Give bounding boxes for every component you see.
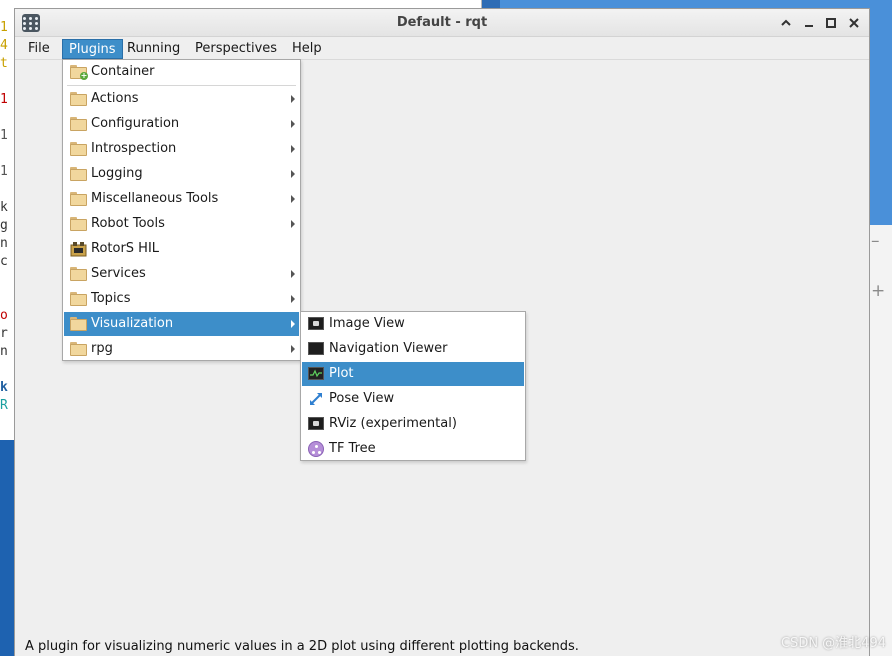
menu-item-container[interactable]: + Container — [64, 60, 299, 84]
menu-item-configuration[interactable]: Configuration — [64, 112, 299, 136]
menu-item-services[interactable]: Services — [64, 262, 299, 286]
rviz-icon — [308, 417, 324, 430]
chevron-right-icon — [291, 345, 295, 353]
visualization-submenu: Image View Navigation Viewer Plot Pose V… — [300, 311, 526, 461]
folder-icon — [70, 117, 87, 131]
menu-item-plot[interactable]: Plot — [302, 362, 524, 386]
monitor-icon — [308, 342, 324, 355]
folder-icon — [70, 217, 87, 231]
pose-arrows-icon — [308, 391, 325, 407]
chevron-right-icon — [291, 320, 295, 328]
menu-item-logging[interactable]: Logging — [64, 162, 299, 186]
plugins-dropdown: + Container Actions Configuration Intros… — [62, 59, 301, 361]
menu-item-rotors-hil[interactable]: RotorS HIL — [64, 237, 299, 261]
chevron-right-icon — [291, 95, 295, 103]
plot-icon — [308, 367, 324, 380]
title-bar[interactable]: Default - rqt — [15, 9, 869, 37]
minimize-icon: – — [871, 231, 880, 251]
folder-icon — [70, 342, 87, 356]
folder-icon — [70, 267, 87, 281]
menu-help[interactable]: Help — [286, 39, 328, 59]
menu-perspectives[interactable]: Perspectives — [189, 39, 283, 59]
tf-tree-icon — [308, 441, 324, 457]
menu-plugins[interactable]: Plugins — [62, 39, 123, 59]
maximize-button[interactable] — [822, 14, 840, 32]
menu-item-topics[interactable]: Topics — [64, 287, 299, 311]
folder-icon — [70, 142, 87, 156]
plugin-icon — [70, 241, 87, 257]
folder-icon — [70, 317, 87, 331]
desktop-edge — [0, 440, 14, 656]
menu-item-pose-view[interactable]: Pose View — [302, 387, 524, 411]
menu-item-image-view[interactable]: Image View — [302, 312, 524, 336]
folder-icon — [70, 167, 87, 181]
image-view-icon — [308, 317, 324, 330]
menu-item-rviz[interactable]: RViz (experimental) — [302, 412, 524, 436]
menu-file[interactable]: File — [22, 39, 56, 59]
close-button[interactable] — [845, 14, 863, 32]
plus-icon: + — [871, 281, 886, 301]
menu-item-robot-tools[interactable]: Robot Tools — [64, 212, 299, 236]
chevron-right-icon — [291, 220, 295, 228]
folder-icon — [70, 192, 87, 206]
chevron-right-icon — [291, 120, 295, 128]
folder-icon — [70, 292, 87, 306]
menu-item-navigation-viewer[interactable]: Navigation Viewer — [302, 337, 524, 361]
chevron-right-icon — [291, 145, 295, 153]
status-bar: A plugin for visualizing numeric values … — [25, 639, 579, 654]
folder-icon — [70, 92, 87, 106]
minimize-button[interactable] — [800, 14, 818, 32]
shade-up-icon[interactable] — [777, 14, 795, 32]
menu-item-tf-tree[interactable]: TF Tree — [302, 437, 524, 461]
menu-bar: File Plugins Running Perspectives Help — [15, 37, 869, 60]
chevron-right-icon — [291, 170, 295, 178]
watermark-text: CSDN @淮北494 — [780, 636, 886, 651]
menu-running[interactable]: Running — [121, 39, 186, 59]
menu-item-actions[interactable]: Actions — [64, 87, 299, 111]
window-title: Default - rqt — [396, 15, 488, 30]
chevron-right-icon — [291, 195, 295, 203]
menu-item-miscellaneous-tools[interactable]: Miscellaneous Tools — [64, 187, 299, 211]
menu-separator — [67, 85, 296, 86]
chevron-right-icon — [291, 270, 295, 278]
menu-item-introspection[interactable]: Introspection — [64, 137, 299, 161]
chevron-right-icon — [291, 295, 295, 303]
folder-add-icon: + — [70, 65, 88, 80]
menu-item-rpg[interactable]: rpg — [64, 337, 299, 361]
menu-item-visualization[interactable]: Visualization — [64, 312, 299, 336]
